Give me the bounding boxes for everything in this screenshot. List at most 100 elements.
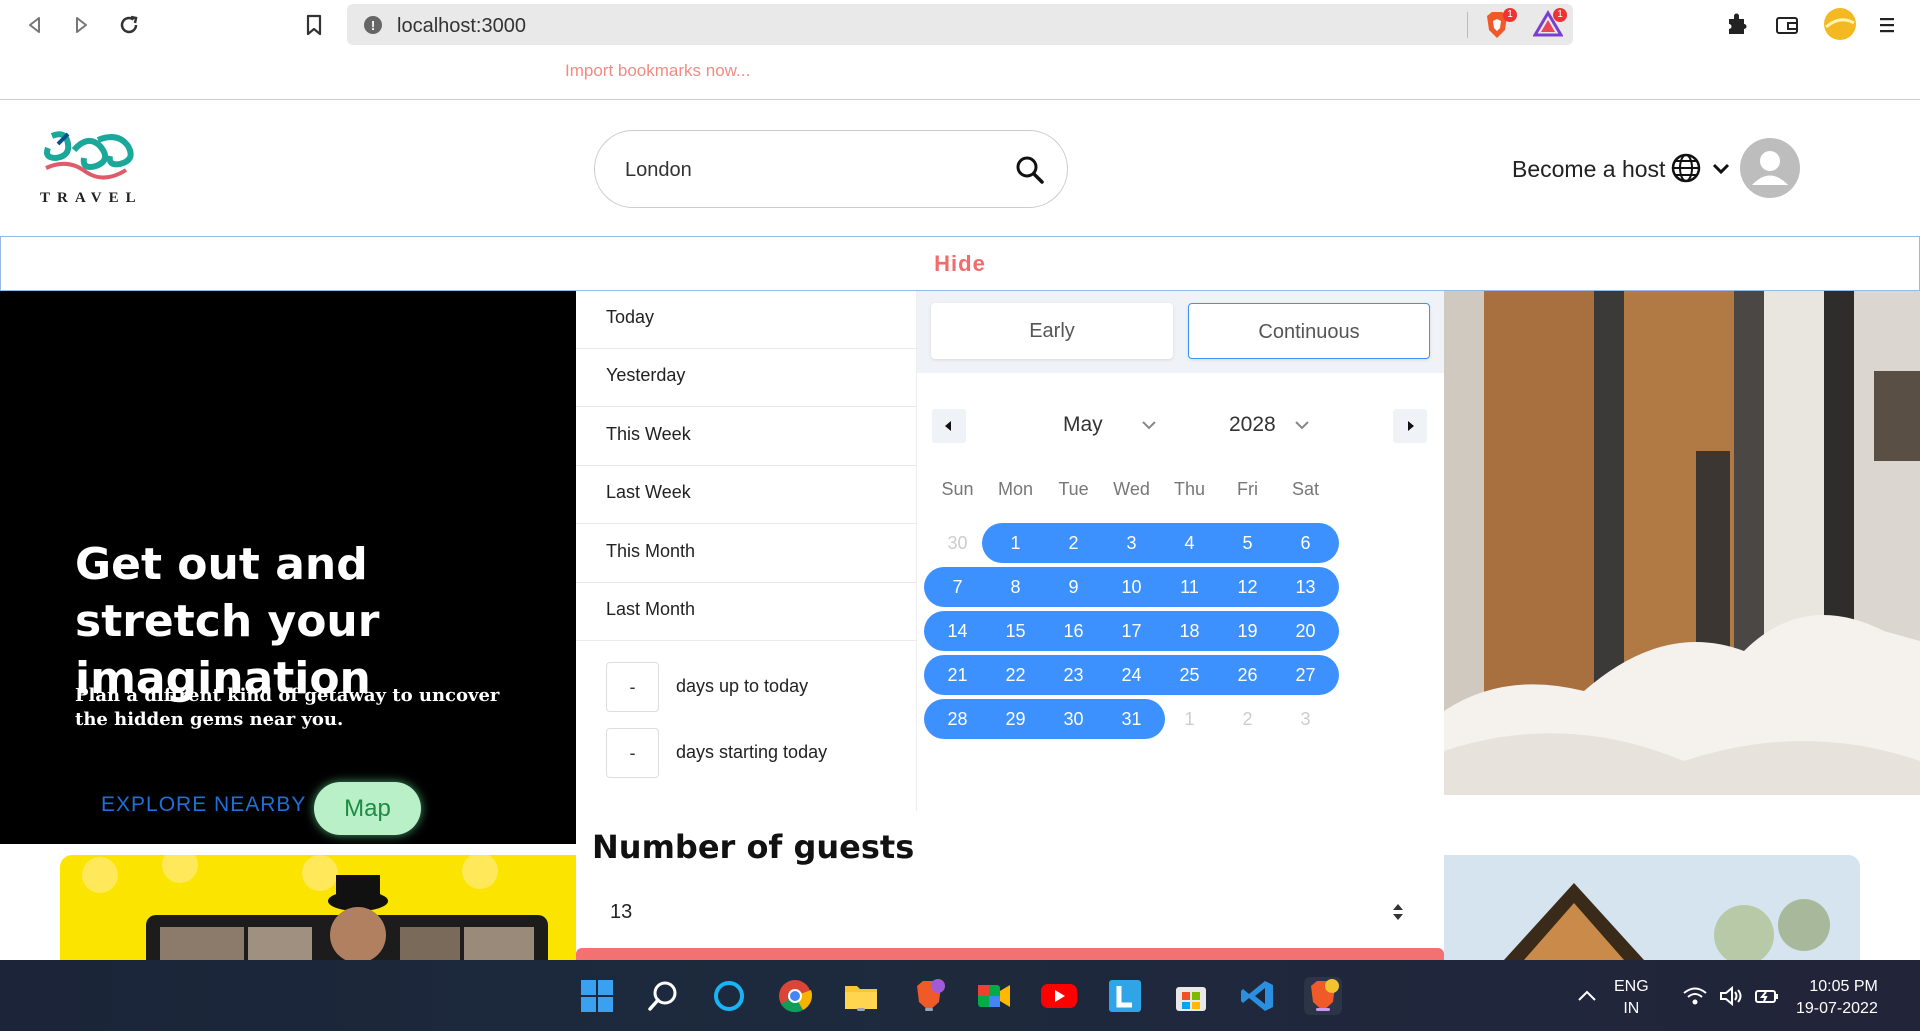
search-submit-button[interactable] (576, 948, 1444, 960)
clock-time: 10:05 PM (1809, 978, 1878, 995)
back-icon[interactable] (20, 10, 50, 40)
forward-icon[interactable] (66, 10, 96, 40)
brave-rewards-icon[interactable]: 1 (1532, 8, 1567, 40)
preset-this-week[interactable]: This Week (576, 408, 917, 466)
file-explorer-icon[interactable] (842, 977, 880, 1015)
preset-this-month[interactable]: This Month (576, 525, 917, 583)
extensions-icon[interactable] (1722, 10, 1752, 40)
store-icon[interactable] (1172, 977, 1210, 1015)
month-value: May (1063, 413, 1103, 436)
battery-icon[interactable] (1748, 977, 1786, 1015)
calendar-day-outside[interactable]: 3 (1270, 699, 1341, 739)
prev-month-button[interactable] (932, 409, 966, 443)
guests-title: Number of guests (592, 828, 915, 866)
stay-card[interactable] (1444, 855, 1860, 960)
calendar-day[interactable]: 6 (1270, 523, 1341, 563)
address-bar[interactable]: ! localhost:3000 1 1 (347, 4, 1573, 45)
guests-stepper[interactable] (1388, 900, 1408, 924)
globe-icon[interactable] (1670, 152, 1702, 184)
days-up-to-today-label: days up to today (676, 676, 809, 696)
region-code: IN (1623, 1000, 1640, 1017)
next-month-button[interactable] (1393, 409, 1427, 443)
preset-yesterday[interactable]: Yesterday (576, 349, 917, 407)
month-select[interactable]: May (1063, 413, 1157, 437)
browser-toolbar: ! localhost:3000 1 1 Import bookmarks no… (0, 0, 1920, 100)
active-indicator (1316, 1008, 1330, 1011)
days-starting-today-label: days starting today (676, 742, 828, 762)
site-info-icon[interactable]: ! (364, 16, 382, 34)
travel-logo[interactable]: TRAVEL (38, 128, 148, 208)
user-icon (1752, 151, 1788, 185)
search-icon[interactable] (1013, 153, 1047, 187)
calendar-day[interactable]: 27 (1270, 655, 1341, 695)
mode-bar: Early Continuous (917, 291, 1444, 373)
language-code: ENG (1614, 978, 1649, 995)
youtube-icon[interactable] (1040, 977, 1078, 1015)
weekday-header: Sat (1291, 479, 1320, 499)
hero-subtitle: Plan a diffrent kind of getaway to uncov… (75, 685, 500, 730)
reload-icon[interactable] (114, 10, 144, 40)
language-indicator[interactable]: ENG IN (1614, 976, 1649, 1020)
online-experience-card[interactable] (60, 855, 576, 960)
wifi-icon[interactable] (1676, 977, 1714, 1015)
date-presets: Today Yesterday This Week Last Week This… (576, 291, 917, 811)
map-button[interactable]: Map (314, 782, 421, 835)
mode-early-button[interactable]: Early (931, 303, 1173, 359)
days-starting-today-input[interactable]: - (606, 728, 659, 778)
address-text[interactable]: localhost:3000 (397, 15, 526, 38)
search-bar[interactable] (594, 130, 1068, 208)
volume-icon[interactable] (1712, 977, 1750, 1015)
vscode-icon[interactable] (1238, 977, 1276, 1015)
days-up-to-today-input[interactable]: - (606, 662, 659, 712)
cortana-icon[interactable] (710, 977, 748, 1015)
calendar-day[interactable]: 13 (1270, 567, 1341, 607)
guests-input[interactable] (594, 888, 1412, 936)
shields-badge: 1 (1503, 8, 1517, 22)
running-indicator (857, 1008, 865, 1011)
chevron-down-icon (1294, 421, 1309, 430)
clock-date: 19-07-2022 (1796, 1000, 1878, 1017)
caret-left-icon (945, 421, 951, 431)
preset-today[interactable]: Today (576, 291, 917, 349)
site-header: TRAVEL Become a host (0, 100, 1920, 236)
menu-icon[interactable] (1872, 10, 1902, 40)
mode-continuous-button[interactable]: Continuous (1188, 303, 1430, 359)
wallet-icon[interactable] (1772, 10, 1802, 40)
bookmark-icon[interactable] (299, 10, 329, 40)
chevron-down-icon[interactable] (1710, 158, 1732, 180)
calendar-day[interactable]: 20 (1270, 611, 1341, 651)
brave-shields-icon[interactable]: 1 (1483, 8, 1517, 40)
calendar: Early Continuous May 2028 Sun Mon Tue Wed Th… (917, 291, 1444, 811)
taskbar-search-icon[interactable] (644, 977, 682, 1015)
start-icon[interactable] (578, 977, 616, 1015)
hide-label: Hide (934, 250, 986, 276)
hero-banner: Get out and stretch your imagination Pla… (0, 291, 576, 844)
search-input[interactable] (625, 155, 985, 185)
preset-last-month[interactable]: Last Month (576, 583, 917, 641)
explore-nearby-label: EXPLORE NEARBY (101, 793, 307, 816)
year-value: 2028 (1229, 413, 1276, 436)
windows-taskbar: ENG IN 10:05 PM 19-07-2022 (0, 960, 1920, 1031)
l-app-icon[interactable] (1106, 977, 1144, 1015)
rewards-badge: 1 (1553, 8, 1567, 22)
import-bookmarks-link[interactable]: Import bookmarks now... (565, 61, 750, 81)
clock[interactable]: 10:05 PM 19-07-2022 (1796, 976, 1878, 1020)
year-select[interactable]: 2028 (1229, 413, 1310, 437)
user-avatar[interactable] (1740, 138, 1800, 198)
become-host-link[interactable]: Become a host (1512, 156, 1665, 183)
hero-photo (1444, 291, 1920, 795)
caret-right-icon (1408, 421, 1414, 431)
chevron-down-icon (1141, 421, 1156, 430)
brave-purple-icon[interactable] (910, 977, 948, 1015)
brave-icon[interactable] (1304, 977, 1342, 1015)
hero-title: Get out and stretch your imagination (75, 539, 380, 704)
date-range-picker: Today Yesterday This Week Last Week This… (576, 291, 1444, 811)
tray-chevron-icon[interactable] (1568, 977, 1606, 1015)
chrome-icon[interactable] (776, 977, 814, 1015)
logo-mark-icon (44, 131, 134, 180)
profile-avatar-icon[interactable] (1822, 6, 1858, 42)
preset-last-week[interactable]: Last Week (576, 466, 917, 524)
hide-toggle[interactable]: Hide (0, 236, 1920, 291)
logo-wordmark: TRAVEL (40, 190, 143, 206)
meet-icon[interactable] (975, 977, 1013, 1015)
